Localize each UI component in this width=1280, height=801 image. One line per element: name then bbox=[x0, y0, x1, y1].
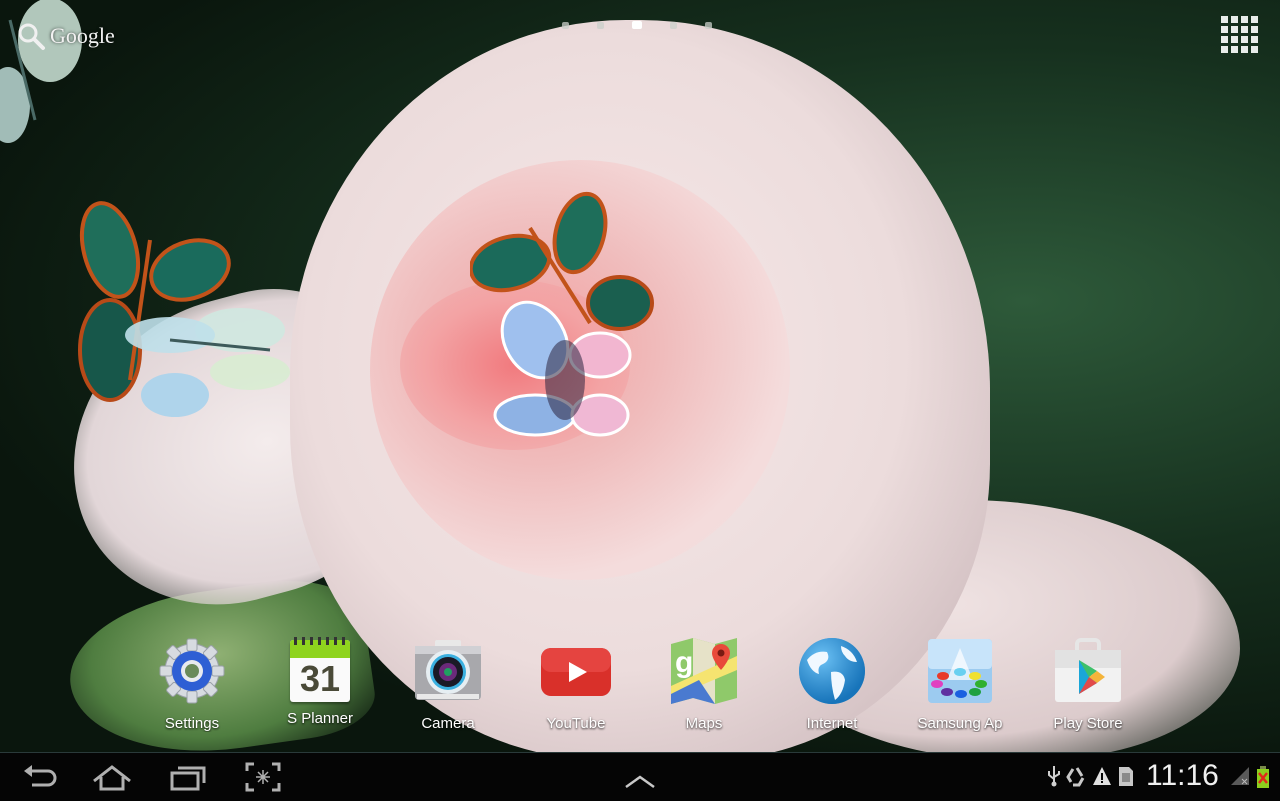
google-search-label: Google bbox=[50, 23, 115, 48]
grid-square bbox=[1241, 26, 1248, 33]
app-label: Play Store bbox=[1053, 715, 1123, 732]
search-icon bbox=[18, 23, 45, 50]
play-store-bag-icon bbox=[1055, 638, 1121, 702]
chevron-up-icon bbox=[625, 775, 655, 789]
screen-capture-icon bbox=[245, 762, 281, 792]
samsung-apps-icon bbox=[928, 639, 992, 703]
page-indicator bbox=[562, 21, 740, 29]
grid-square bbox=[1251, 16, 1258, 23]
usb-icon bbox=[1048, 766, 1060, 787]
grid-square bbox=[1241, 16, 1248, 23]
grid-square bbox=[1221, 26, 1228, 33]
settings-gear-icon bbox=[159, 638, 225, 704]
page-dot-2[interactable] bbox=[597, 22, 604, 29]
app-label: Settings bbox=[164, 715, 220, 732]
status-clock: 11:16 bbox=[1146, 759, 1219, 792]
grid-square bbox=[1251, 36, 1258, 43]
app-internet[interactable]: Internet bbox=[777, 636, 887, 732]
navigation-bar bbox=[0, 752, 1280, 801]
app-play-store[interactable]: Play Store bbox=[1033, 636, 1143, 732]
maps-icon: g bbox=[671, 638, 737, 704]
sd-card-icon bbox=[1119, 767, 1133, 786]
recent-apps-icon bbox=[170, 766, 206, 791]
grid-square bbox=[1221, 46, 1228, 53]
app-label: Maps bbox=[685, 715, 723, 732]
app-label: YouTube bbox=[546, 715, 606, 732]
calendar-rings bbox=[294, 637, 346, 645]
app-samsung-apps[interactable]: Samsung Ap bbox=[905, 636, 1015, 732]
calendar-icon: 31 bbox=[285, 636, 355, 706]
grid-square bbox=[1231, 46, 1238, 53]
app-label: Internet bbox=[806, 715, 858, 732]
grid-square bbox=[1231, 36, 1238, 43]
apps-button[interactable] bbox=[1221, 16, 1259, 54]
back-button[interactable] bbox=[20, 761, 60, 793]
home-button[interactable] bbox=[90, 761, 134, 793]
no-signal-icon bbox=[1231, 767, 1249, 785]
grid-square bbox=[1221, 36, 1228, 43]
home-icon bbox=[93, 765, 131, 791]
butterfly-blue-pink-center bbox=[493, 300, 632, 437]
page-dot-4[interactable] bbox=[670, 22, 677, 29]
warning-icon bbox=[1093, 767, 1111, 785]
app-maps[interactable]: g Maps bbox=[649, 636, 759, 732]
recycle-icon bbox=[1066, 767, 1085, 787]
google-search-widget[interactable]: Google bbox=[16, 20, 115, 52]
battery-error-icon bbox=[1257, 766, 1269, 788]
app-youtube[interactable]: YouTube bbox=[521, 636, 631, 732]
camera-icon bbox=[415, 640, 481, 700]
app-label: Camera bbox=[421, 715, 475, 732]
butterfly-pale-left bbox=[125, 308, 290, 417]
youtube-play-icon bbox=[541, 648, 611, 696]
grid-square bbox=[1251, 46, 1258, 53]
grid-square bbox=[1231, 16, 1238, 23]
page-dot-1[interactable] bbox=[562, 22, 569, 29]
app-label: S Planner bbox=[287, 710, 353, 727]
svg-text:g: g bbox=[675, 646, 693, 679]
grid-square bbox=[1241, 46, 1248, 53]
page-dot-3-active[interactable] bbox=[632, 21, 642, 29]
recent-apps-button[interactable] bbox=[168, 761, 208, 793]
app-dock: Settings 31 S Planner Camera YouTube g M… bbox=[0, 636, 1280, 736]
app-settings[interactable]: Settings bbox=[137, 636, 247, 732]
screen-capture-button[interactable] bbox=[244, 761, 282, 793]
grid-square bbox=[1251, 26, 1258, 33]
app-drawer-chevron-button[interactable] bbox=[620, 765, 660, 797]
app-camera[interactable]: Camera bbox=[393, 636, 503, 732]
calendar-day: 31 bbox=[299, 658, 341, 699]
app-label: Samsung Ap bbox=[917, 715, 1003, 732]
back-arrow-icon bbox=[24, 765, 57, 787]
page-dot-5[interactable] bbox=[705, 22, 712, 29]
grid-square bbox=[1231, 26, 1238, 33]
app-grid-icon bbox=[1221, 16, 1228, 23]
grid-square bbox=[1241, 36, 1248, 43]
app-s-planner[interactable]: 31 S Planner bbox=[265, 636, 375, 727]
globe-icon bbox=[799, 638, 865, 704]
